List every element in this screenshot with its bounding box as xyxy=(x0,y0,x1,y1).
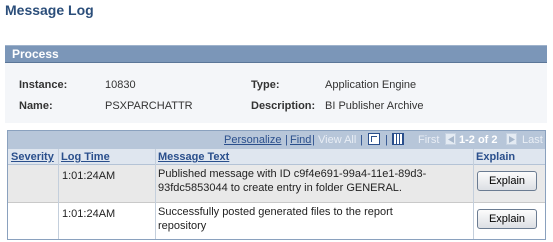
toolbar-separator: | xyxy=(312,134,315,146)
table-row: 1:01:24AM Published message with ID c9f4… xyxy=(8,165,545,203)
message-text-sort-link[interactable]: Message Text xyxy=(158,151,229,163)
instance-value: 10830 xyxy=(105,79,136,91)
column-divider xyxy=(473,149,474,239)
download-grid-icon[interactable] xyxy=(392,133,404,145)
log-time-cell: 1:01:24AM xyxy=(62,170,116,182)
column-header-explain: Explain xyxy=(473,149,545,165)
type-value: Application Engine xyxy=(325,79,417,91)
personalize-link[interactable]: Personalize xyxy=(224,134,281,146)
zoom-icon[interactable] xyxy=(368,133,380,145)
toolbar-separator: | xyxy=(285,134,288,146)
instance-label: Instance: xyxy=(19,79,68,91)
explain-button[interactable]: Explain xyxy=(477,171,537,191)
type-label: Type: xyxy=(251,79,280,91)
process-section-header: Process xyxy=(5,45,547,63)
message-text-line: repository xyxy=(158,220,207,232)
process-details: Instance: 10830 Type: Application Engine… xyxy=(5,63,547,123)
view-all-link[interactable]: View All xyxy=(318,134,356,146)
find-link[interactable]: Find xyxy=(290,134,311,146)
message-text-line: 93fdc5853044 to create entry in folder G… xyxy=(158,182,402,194)
message-log-grid: Personalize | Find | View All | | First … xyxy=(7,130,546,240)
process-section-title: Process xyxy=(12,47,59,61)
next-arrow-icon[interactable] xyxy=(506,133,517,145)
column-divider xyxy=(155,149,156,239)
table-row: 1:01:24AM Successfully posted generated … xyxy=(8,203,545,239)
page-title: Message Log xyxy=(5,2,94,18)
last-link[interactable]: Last xyxy=(522,134,543,146)
column-header-message-text[interactable]: Message Text xyxy=(155,149,473,165)
severity-sort-link[interactable]: Severity xyxy=(11,151,54,163)
explain-button[interactable]: Explain xyxy=(477,209,537,229)
column-header-severity[interactable]: Severity xyxy=(8,149,58,165)
column-header-log-time[interactable]: Log Time xyxy=(58,149,155,165)
description-label: Description: xyxy=(251,100,316,112)
row-range: 1-2 of 2 xyxy=(459,134,498,146)
name-label: Name: xyxy=(19,100,53,112)
grid-toolbar: Personalize | Find | View All | | First … xyxy=(8,131,545,150)
message-text-line: Published message with ID c9f4e691-99a4-… xyxy=(158,168,427,180)
log-time-sort-link[interactable]: Log Time xyxy=(61,151,110,163)
toolbar-separator: | xyxy=(360,134,363,146)
description-value: BI Publisher Archive xyxy=(325,100,424,112)
toolbar-separator: | xyxy=(385,134,388,146)
previous-arrow-icon[interactable] xyxy=(445,133,456,145)
message-text-line: Successfully posted generated files to t… xyxy=(158,206,393,218)
log-time-cell: 1:01:24AM xyxy=(62,208,116,220)
column-divider xyxy=(58,149,59,239)
name-value: PSXPARCHATTR xyxy=(105,100,193,112)
first-link[interactable]: First xyxy=(418,134,439,146)
